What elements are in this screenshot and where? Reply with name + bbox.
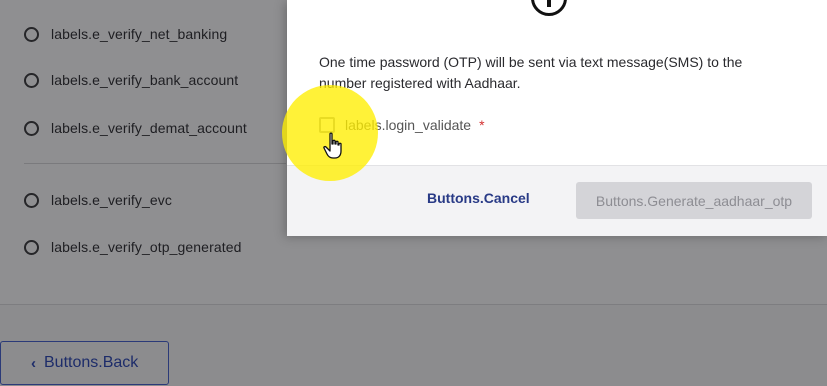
divider [24, 163, 286, 164]
required-marker: * [479, 117, 485, 133]
page: labels.e_verify_net_banking labels.e_ver… [0, 0, 827, 386]
radio-label: labels.e_verify_otp_generated [51, 239, 242, 255]
otp-message: One time password (OTP) will be sent via… [319, 54, 743, 91]
radio-button[interactable] [24, 239, 39, 255]
dialog-footer: Buttons.Cancel Buttons.Generate_aadhaar_… [287, 165, 827, 236]
radio-button[interactable] [24, 192, 39, 208]
radio-button[interactable] [24, 26, 39, 42]
back-button[interactable]: ‹ Buttons.Back [0, 341, 169, 385]
radio-option-evc[interactable]: labels.e_verify_evc [24, 189, 172, 211]
radio-option-net-banking[interactable]: labels.e_verify_net_banking [24, 23, 227, 45]
radio-button[interactable] [24, 72, 39, 88]
consent-checkbox[interactable] [319, 117, 335, 133]
radio-label: labels.e_verify_demat_account [51, 120, 247, 136]
generate-otp-button[interactable]: Buttons.Generate_aadhaar_otp [576, 182, 812, 219]
radio-label: labels.e_verify_bank_account [51, 72, 239, 88]
radio-button[interactable] [24, 120, 39, 136]
radio-label: labels.e_verify_evc [51, 192, 172, 208]
consent-label: labels.login_validate [345, 117, 472, 133]
aadhaar-otp-dialog: One time password (OTP) will be sent via… [287, 0, 827, 236]
back-button-label: Buttons.Back [44, 354, 139, 371]
cancel-button[interactable]: Buttons.Cancel [427, 190, 530, 206]
chevron-left-icon: ‹ [31, 354, 36, 372]
consent-row[interactable]: labels.login_validate * [319, 117, 485, 133]
radio-label: labels.e_verify_net_banking [51, 26, 228, 42]
radio-option-bank-account[interactable]: labels.e_verify_bank_account [24, 69, 238, 91]
info-icon [531, 0, 567, 16]
radio-option-demat-account[interactable]: labels.e_verify_demat_account [24, 117, 247, 139]
radio-option-otp-generated[interactable]: labels.e_verify_otp_generated [24, 236, 241, 258]
